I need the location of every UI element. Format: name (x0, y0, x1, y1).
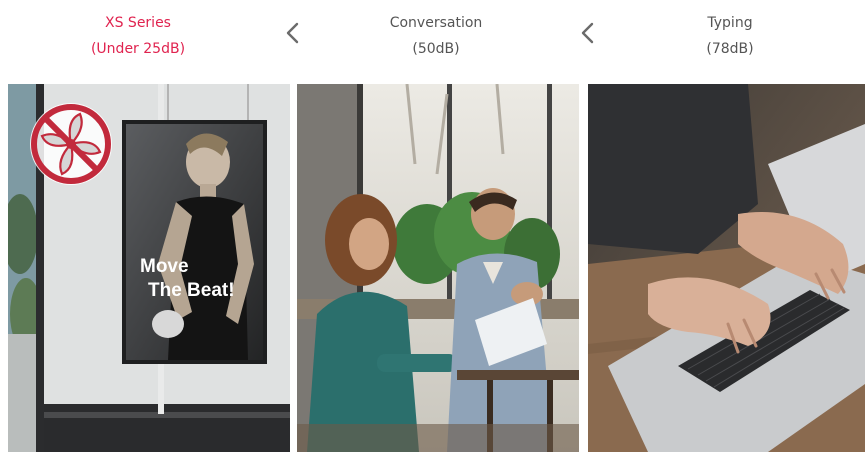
poster-line-2: The Beat! (148, 280, 235, 301)
chevron-left-icon (286, 22, 299, 44)
typing-subtitle: (78dB) (706, 41, 754, 57)
xs-series-title: XS Series (105, 15, 171, 31)
xs-series-subtitle: (Under 25dB) (90, 41, 186, 57)
conversation-subtitle: (50dB) (412, 41, 460, 57)
label-typing: Typing (78dB) (640, 10, 820, 62)
noise-comparison: XS Series (Under 25dB) Conversation (50d… (0, 0, 865, 452)
xs-series-photo: Move The Beat! (8, 84, 290, 452)
conversation-title: Conversation (389, 15, 483, 31)
label-xs-series: XS Series (Under 25dB) (48, 10, 228, 62)
label-conversation: Conversation (50dB) (346, 10, 526, 62)
typing-title: Typing (707, 15, 753, 31)
conversation-photo (297, 84, 579, 452)
typing-photo (588, 84, 865, 452)
poster-line-1: Move (140, 256, 189, 277)
chevron-left-icon (581, 22, 594, 44)
no-fan-icon (30, 103, 112, 185)
